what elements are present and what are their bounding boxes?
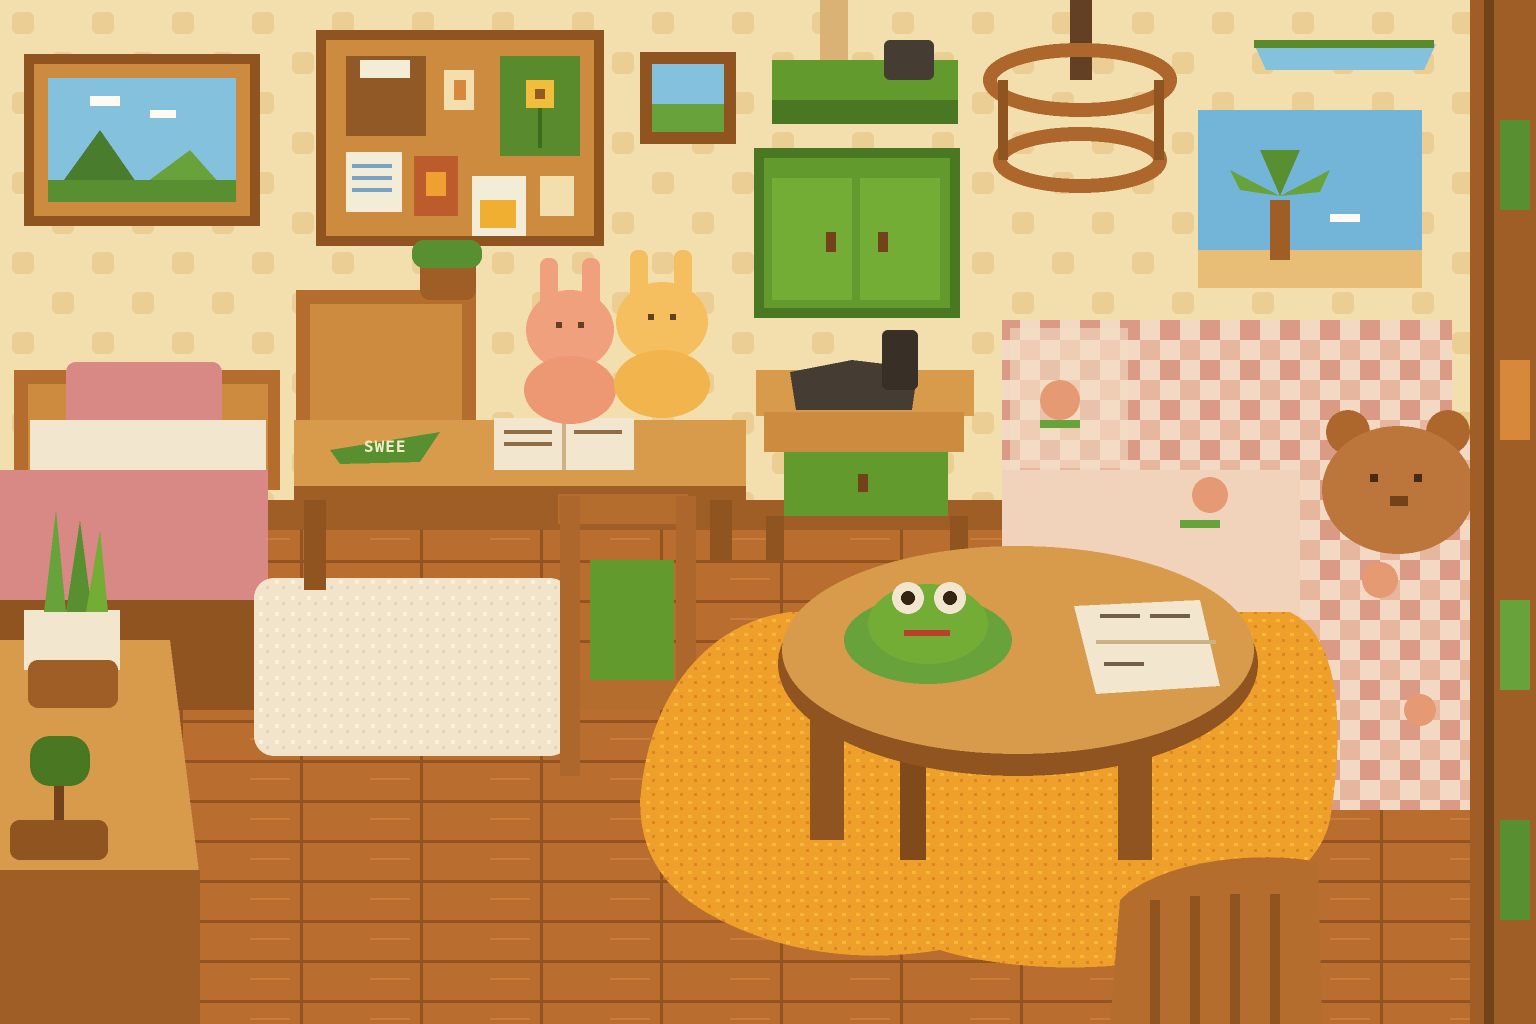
room-canvas: SWEE	[0, 0, 1536, 1024]
game-scene: SWEE	[0, 0, 1536, 1024]
warm-overlay	[0, 0, 1536, 1024]
